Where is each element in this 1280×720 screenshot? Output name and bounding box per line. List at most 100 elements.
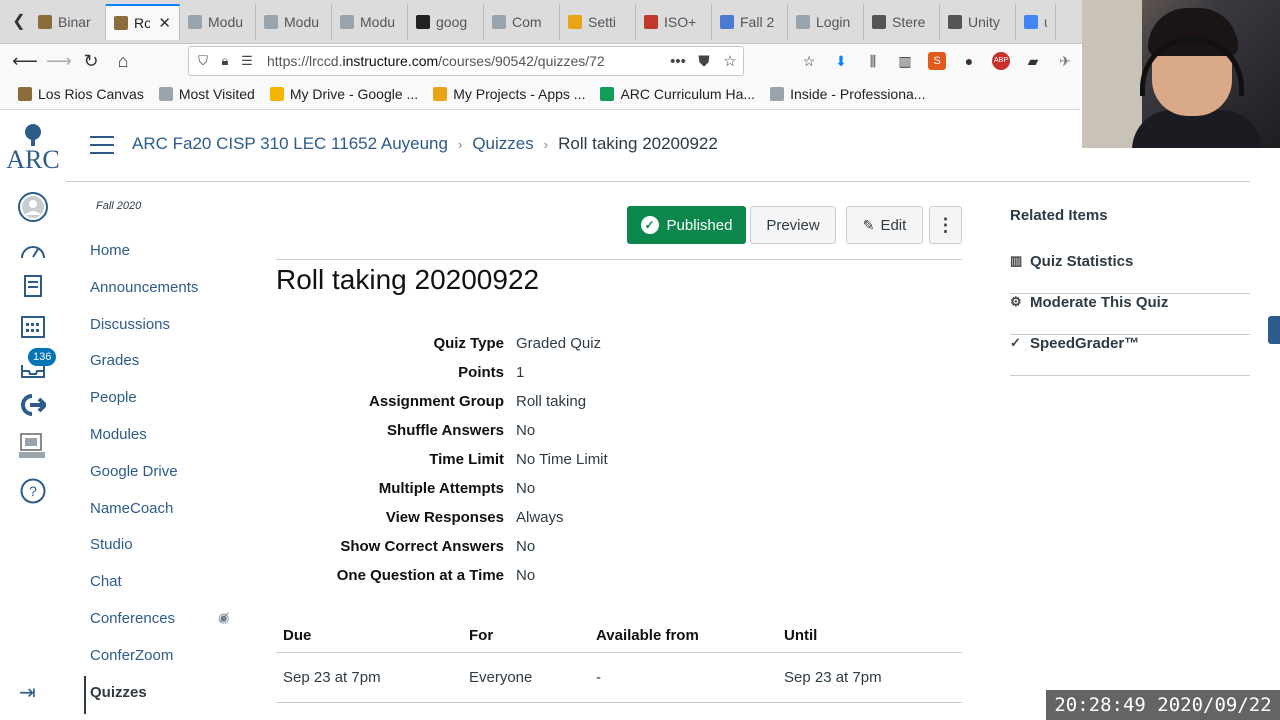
adblock-icon[interactable]: ABP [992, 52, 1010, 70]
bookmark-item[interactable]: Los Rios Canvas [18, 86, 144, 102]
course-nav-item[interactable]: Quizzes [90, 684, 147, 701]
related-items-sidebar: Related Items ▥ Quiz Statistics ⚙ Modera… [1010, 207, 1250, 376]
published-button[interactable]: ✓ Published [627, 206, 746, 244]
tab-label: Modu [208, 14, 244, 30]
studio-icon[interactable] [18, 432, 48, 462]
browser-tab[interactable]: goog [408, 4, 484, 40]
bookmark-item[interactable]: Inside - Professiona... [770, 86, 925, 102]
column-header: Available from [589, 620, 777, 653]
extension-icon[interactable]: S [928, 52, 946, 70]
courses-icon[interactable] [18, 272, 48, 302]
dashboard-icon[interactable] [18, 235, 48, 265]
side-tab-icon[interactable] [1268, 316, 1280, 344]
hamburger-menu-icon[interactable] [90, 136, 114, 156]
downloads-icon[interactable]: ⬇ [832, 52, 850, 70]
course-nav-item[interactable]: Chat [90, 573, 122, 590]
help-icon[interactable]: ? [18, 476, 48, 506]
forward-button[interactable]: ⟶ [46, 48, 72, 74]
browser-tab[interactable]: Stere [864, 4, 940, 40]
shield-icon[interactable]: ⛉ [195, 53, 211, 69]
course-nav-item[interactable]: Home [90, 242, 130, 259]
page-actions-icon[interactable]: ••• [665, 53, 691, 70]
bookmark-item[interactable]: My Projects - Apps ... [433, 86, 585, 102]
permissions-icon[interactable]: ☰ [239, 53, 255, 69]
course-nav-item[interactable]: NameCoach [90, 500, 173, 517]
related-items-heading: Related Items [1010, 207, 1108, 224]
tab-label: Fall 2 [740, 14, 775, 30]
address-bar[interactable]: ⛉ 🔒︎ ☰ https://lrccd.instructure.com/cou… [188, 46, 744, 76]
browser-tab[interactable]: ISO+ [636, 4, 712, 40]
url-text[interactable]: https://lrccd.instructure.com/courses/90… [267, 53, 665, 69]
moderate-quiz-link[interactable]: ⚙ Moderate This Quiz [1010, 294, 1250, 335]
calendar-icon[interactable] [18, 311, 48, 341]
browser-tab[interactable]: Binar [30, 4, 106, 40]
breadcrumb-course-link[interactable]: ARC Fa20 CISP 310 LEC 11652 Auyeung [132, 134, 448, 154]
browser-tab[interactable]: Fall 2 [712, 4, 788, 40]
library-icon[interactable]: ⫼ [864, 52, 882, 70]
table-row: Sep 23 at 7pm Everyone - Sep 23 at 7pm [276, 652, 962, 703]
browser-tab[interactable]: Ro ✕ [106, 4, 180, 40]
expand-nav-icon[interactable]: ⇥ [19, 680, 47, 704]
favicon-icon [114, 16, 128, 30]
account-avatar-icon[interactable] [18, 192, 48, 222]
extension-tabs-icon[interactable]: ▰ [1024, 52, 1042, 70]
preview-button[interactable]: Preview [750, 206, 836, 244]
detail-key: Quiz Type [433, 335, 504, 352]
arc-logo[interactable]: ARC [6, 122, 60, 174]
browser-tab[interactable]: Modu [180, 4, 256, 40]
browser-tab[interactable]: Login [788, 4, 864, 40]
browser-tab[interactable]: Unity [940, 4, 1016, 40]
bookmark-item[interactable]: My Drive - Google ... [269, 86, 418, 102]
more-options-button[interactable]: ⋮ [929, 206, 962, 244]
pocket-icon[interactable]: ⛊ [691, 53, 717, 70]
lock-icon[interactable]: 🔒︎ [217, 53, 233, 69]
browser-tab[interactable]: Modu [332, 4, 408, 40]
home-button[interactable]: ⌂ [110, 48, 136, 74]
detail-row: Points 1 [276, 364, 962, 386]
bookmark-item[interactable]: Most Visited [158, 86, 255, 102]
column-header: For [462, 620, 589, 653]
back-button[interactable]: ⟵ [12, 48, 38, 74]
course-nav-item[interactable]: Studio [90, 536, 133, 553]
detail-key: Assignment Group [368, 393, 504, 410]
global-navigation: ARC 136 ? [0, 110, 66, 720]
course-nav-item[interactable]: Conferences [90, 610, 175, 627]
course-nav-item[interactable]: Discussions [90, 316, 170, 333]
tab-scroll-left-icon[interactable]: ❮ [10, 12, 28, 32]
bookmark-favicon-icon [158, 86, 173, 101]
favicon-icon [872, 15, 886, 29]
favicon-icon [568, 15, 582, 29]
tab-label: Com [512, 14, 542, 30]
sidebar-icon[interactable]: ▥ [896, 52, 914, 70]
favicon-icon [720, 15, 734, 29]
extension-misc-icon[interactable]: ✈ [1056, 52, 1074, 70]
browser-tab[interactable]: Com [484, 4, 560, 40]
bar-chart-icon: ▥ [1010, 253, 1023, 268]
tab-label: Modu [360, 14, 396, 30]
reload-button[interactable]: ↻ [78, 48, 104, 74]
edit-button[interactable]: ✎ Edit [846, 206, 923, 244]
course-nav-item[interactable]: People [90, 389, 137, 406]
close-tab-icon[interactable]: ✕ [158, 14, 171, 32]
browser-tab[interactable]: Modu [256, 4, 332, 40]
breadcrumb-quizzes-link[interactable]: Quizzes [472, 134, 533, 154]
course-nav-item[interactable]: Modules [90, 426, 147, 443]
table-cell: Everyone [462, 652, 589, 703]
saved-pages-icon[interactable]: ☆ [800, 52, 818, 70]
course-nav-item[interactable]: Google Drive [90, 463, 178, 480]
course-nav-item[interactable]: Announcements [90, 279, 198, 296]
course-nav-item[interactable]: Grades [90, 352, 139, 369]
bookmark-item[interactable]: ARC Curriculum Ha... [600, 86, 755, 102]
favicon-icon [948, 15, 962, 29]
account-icon[interactable]: ● [960, 52, 978, 70]
speedgrader-link[interactable]: ✓ SpeedGrader™ [1010, 335, 1250, 376]
detail-value: 1 [516, 364, 525, 381]
browser-tab[interactable]: u [1016, 4, 1056, 40]
inbox-unread-badge[interactable]: 136 [28, 348, 57, 366]
quiz-statistics-link[interactable]: ▥ Quiz Statistics [1010, 253, 1250, 294]
favicon-icon [644, 15, 658, 29]
course-nav-item[interactable]: ConferZoom [90, 647, 173, 664]
browser-tab[interactable]: Setti [560, 4, 636, 40]
bookmark-star-icon[interactable]: ☆ [717, 52, 743, 70]
commons-icon[interactable] [18, 390, 48, 420]
